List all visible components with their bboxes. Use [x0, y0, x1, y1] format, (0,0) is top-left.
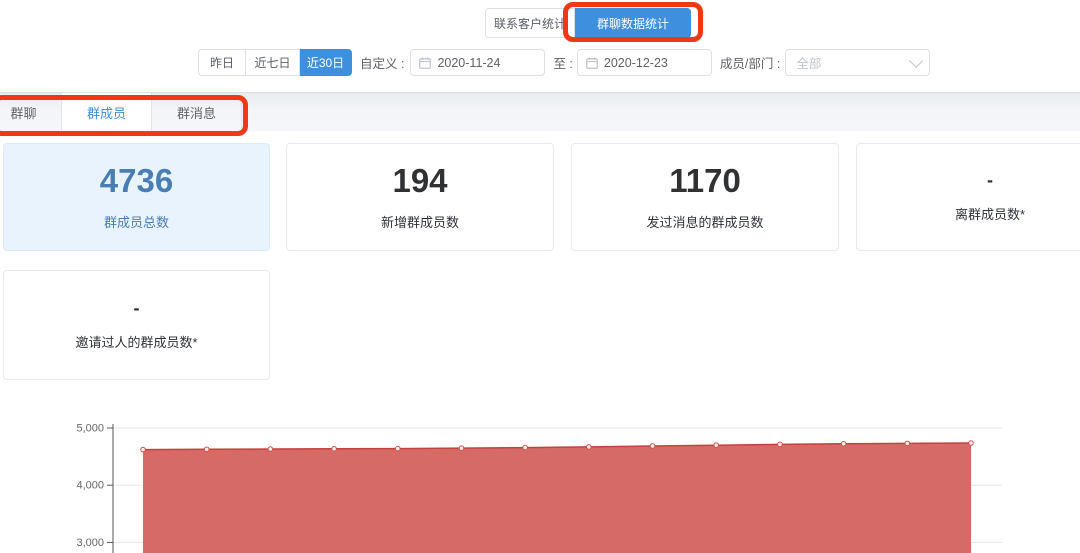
tab-strip: 群聊 群成员 群消息 [0, 93, 242, 132]
date-from-input[interactable]: 2020-11-24 [410, 49, 545, 76]
date-to-value: 2020-12-23 [604, 56, 668, 70]
statistics-type-switch: 联系客户统计 群聊数据统计 [485, 8, 691, 38]
svg-text:5,000: 5,000 [76, 423, 104, 435]
stat-label: 发过消息的群成员数 [646, 212, 763, 231]
stat-value: - [987, 171, 993, 189]
stat-label: 离群成员数* [955, 204, 1025, 223]
date-range-button-group: 昨日 近七日 近30日 [198, 49, 352, 76]
stat-card-inviting-members: - 邀请过人的群成员数* [3, 270, 270, 380]
stat-label: 群成员总数 [104, 212, 169, 231]
custom-range-label: 自定义 : [360, 53, 404, 72]
member-department-select[interactable]: 全部 [785, 49, 930, 76]
area-chart-svg: 5,000 4,000 3,000 [0, 400, 1080, 553]
stat-value: 194 [392, 164, 447, 197]
stat-label: 新增群成员数 [381, 212, 459, 231]
member-department-value: 全部 [796, 53, 821, 72]
range-yesterday-button[interactable]: 昨日 [198, 49, 246, 76]
range-last7days-button[interactable]: 近七日 [246, 49, 300, 76]
tab-group-messages[interactable]: 群消息 [152, 93, 242, 132]
range-last30days-button[interactable]: 近30日 [300, 49, 352, 76]
tab-contact-customer-stats[interactable]: 联系客户统计 [485, 8, 575, 38]
tab-group-chat-stats[interactable]: 群聊数据统计 [575, 8, 691, 38]
stat-card-left-members: - 离群成员数* [856, 143, 1080, 251]
stat-card-total-members: 4736 群成员总数 [3, 143, 270, 251]
date-filter-bar: 昨日 近七日 近30日 自定义 : 2020-11-24 至 : 2020-12… [198, 49, 930, 76]
calendar-icon [586, 57, 598, 69]
to-label: 至 : [553, 53, 572, 72]
date-from-value: 2020-11-24 [437, 56, 500, 70]
member-department-label: 成员/部门 : [720, 53, 780, 72]
svg-text:3,000: 3,000 [76, 537, 104, 549]
svg-text:4,000: 4,000 [76, 480, 104, 492]
group-chat-statistics-page: 联系客户统计 群聊数据统计 昨日 近七日 近30日 自定义 : 2020-11-… [0, 0, 1080, 553]
stat-card-messaging-members: 1170 发过消息的群成员数 [571, 143, 839, 251]
group-members-trend-chart: 5,000 4,000 3,000 [0, 400, 1080, 553]
stat-value: 1170 [669, 164, 741, 197]
stat-label: 邀请过人的群成员数* [75, 332, 197, 351]
calendar-icon [419, 57, 431, 69]
tab-group-chats[interactable]: 群聊 [0, 93, 62, 132]
chevron-down-icon [909, 53, 923, 67]
stat-value: - [134, 299, 140, 317]
stat-card-new-members: 194 新增群成员数 [286, 143, 554, 251]
date-to-input[interactable]: 2020-12-23 [577, 49, 712, 76]
tab-group-members[interactable]: 群成员 [62, 93, 152, 132]
stat-value: 4736 [100, 164, 173, 197]
group-stats-tab-bar: 群聊 群成员 群消息 [0, 92, 1080, 131]
